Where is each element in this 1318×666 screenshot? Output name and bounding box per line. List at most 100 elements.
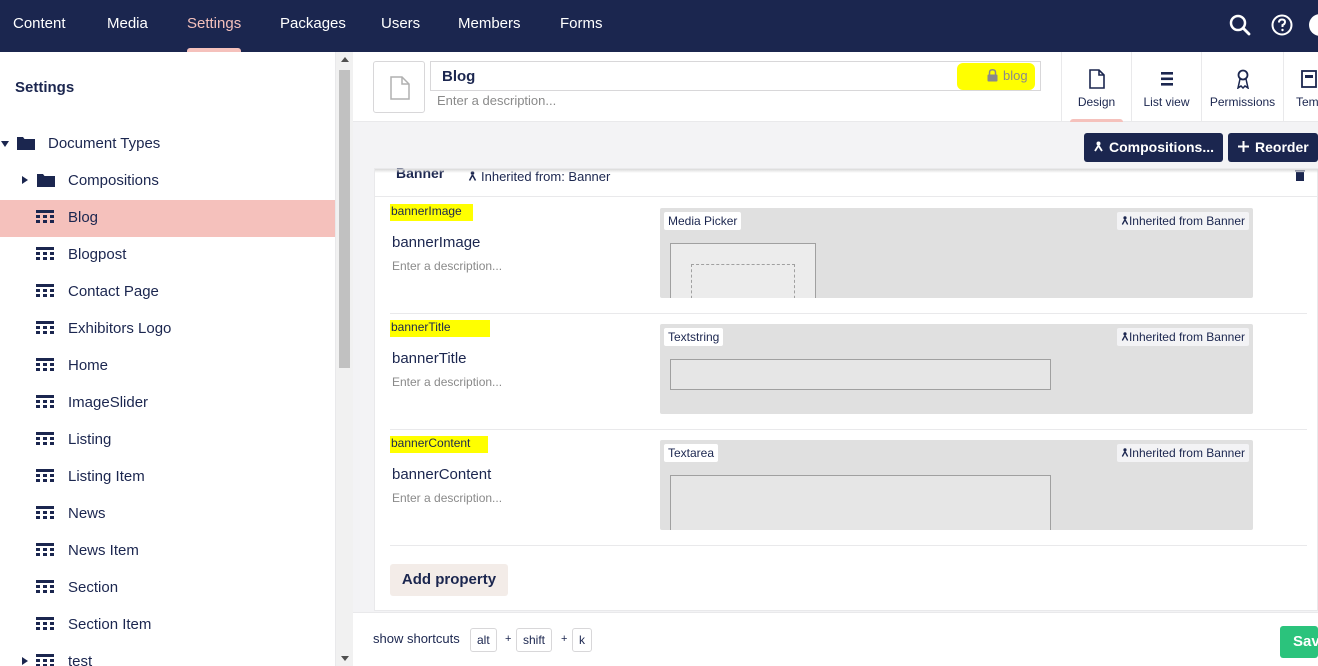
tab-permissions[interactable]: Permissions [1201,52,1283,122]
property-name[interactable]: bannerImage [392,234,480,251]
tab-design[interactable]: Design [1061,52,1131,122]
tree-item-label: Blog [68,209,99,226]
property-row[interactable]: bannerTitle bannerTitle Enter a descript… [390,314,1307,430]
move-icon [1238,141,1249,152]
reorder-label: Reorder [1255,139,1309,155]
tree-item-label: Document Types [48,135,161,152]
caret-right-icon[interactable] [22,176,28,184]
tab-templates[interactable]: Templ [1283,52,1318,122]
property-row[interactable]: bannerContent bannerContent Enter a desc… [390,430,1307,546]
tree-item-blog[interactable]: Blog [0,200,335,237]
tree-item-section[interactable]: Section [0,570,335,607]
property-name[interactable]: bannerContent [392,466,491,483]
save-button[interactable]: Save [1280,626,1318,658]
reorder-button[interactable]: Reorder [1228,133,1318,162]
inherited-text: Inherited from Banner [1128,214,1245,228]
tree-item-label: Compositions [68,172,159,189]
property-description[interactable]: Enter a description... [392,259,502,273]
nav-settings[interactable]: Settings [187,0,242,52]
textstring-placeholder [670,359,1051,390]
tree-item-document-types[interactable]: Document Types [0,126,335,163]
editor-header: Blog blog Enter a description... Design … [353,52,1318,122]
document-type-icon [36,469,54,482]
nav-forms[interactable]: Forms [560,0,603,52]
add-property-button[interactable]: Add property [390,564,508,596]
property-name[interactable]: bannerTitle [392,350,467,367]
nav-media[interactable]: Media [107,0,148,52]
document-type-icon [36,617,54,630]
editor-footer: show shortcuts alt + shift + k Save [353,612,1318,666]
scroll-thumb[interactable] [339,70,350,368]
inherited-text: Inherited from Banner [1128,330,1245,344]
property-row[interactable]: bannerImage bannerImage Enter a descript… [390,198,1307,314]
tree-item-home[interactable]: Home [0,348,335,385]
tree-item-contact-page[interactable]: Contact Page [0,274,335,311]
tree-item-label: News Item [68,542,139,559]
media-picker-placeholder [670,243,816,298]
inherited-label: Inherited from Banner [1116,328,1249,346]
compositions-label: Compositions... [1109,139,1214,155]
property-editor-preview[interactable]: Textstring Inherited from Banner [660,324,1253,414]
media-dropzone [691,264,795,298]
header-shadow [375,169,1318,173]
lock-icon[interactable] [987,69,998,82]
compositions-button[interactable]: Compositions... [1084,133,1223,162]
nav-users[interactable]: Users [381,0,420,52]
tree-item-imageslider[interactable]: ImageSlider [0,385,335,422]
tree-item-listing[interactable]: Listing [0,422,335,459]
document-type-icon [36,358,54,371]
template-icon [1301,70,1317,88]
inherited-icon [1121,332,1129,341]
tree-item-blogpost[interactable]: Blogpost [0,237,335,274]
scroll-down-icon[interactable] [341,656,349,661]
property-editor-preview[interactable]: Media Picker Inherited from Banner [660,208,1253,298]
tab-label: Templ [1296,95,1318,109]
caret-down-icon[interactable] [1,141,9,147]
search-icon[interactable] [1228,13,1252,37]
document-type-icon [36,654,54,666]
editor-label: Textstring [664,328,724,346]
tree-item-test[interactable]: test [0,644,335,666]
name-input[interactable]: Blog [430,61,1041,91]
tab-label: Design [1077,95,1116,109]
tree-item-label: Section Item [68,616,152,633]
document-type-icon [36,395,54,408]
tab-label: List view [1143,95,1190,109]
help-icon[interactable] [1270,13,1294,37]
tab-list-view[interactable]: List view [1131,52,1201,122]
sidebar-scrollbar[interactable] [336,52,353,666]
property-alias: bannerImage [390,204,473,221]
show-shortcuts-link[interactable]: show shortcuts [373,631,460,646]
nav-content[interactable]: Content [13,0,66,52]
tree-item-news[interactable]: News [0,496,335,533]
shortcut-key: k [572,628,592,652]
description-input[interactable]: Enter a description... [437,93,1037,108]
editor-label: Media Picker [664,212,742,230]
group-title[interactable]: Banner [396,165,444,181]
sidebar-title: Settings [15,79,75,96]
document-type-icon [36,432,54,445]
tree-item-listing-item[interactable]: Listing Item [0,459,335,496]
nav-members[interactable]: Members [458,0,521,52]
editor-label: Textarea [664,444,719,462]
nav-packages[interactable]: Packages [280,0,346,52]
tree-item-section-item[interactable]: Section Item [0,607,335,644]
property-description[interactable]: Enter a description... [392,491,502,505]
caret-right-icon[interactable] [22,657,28,665]
tree-item-label: Listing Item [68,468,145,485]
document-icon [390,76,410,100]
inherited-label: Inherited from Banner [1116,212,1249,230]
divider [375,196,1317,197]
scroll-up-icon[interactable] [341,57,349,62]
document-type-icon-picker[interactable] [373,61,425,113]
folder-icon [37,174,55,187]
alias-input[interactable]: blog [1003,68,1028,83]
tree-item-exhibitors-logo[interactable]: Exhibitors Logo [0,311,335,348]
property-description[interactable]: Enter a description... [392,375,502,389]
tree-item-compositions[interactable]: Compositions [0,163,335,200]
compositions-icon [1094,141,1103,152]
property-editor-preview[interactable]: Textarea Inherited from Banner [660,440,1253,530]
tree-item-news-item[interactable]: News Item [0,533,335,570]
avatar[interactable] [1308,13,1318,37]
tree-item-label: News [68,505,106,522]
